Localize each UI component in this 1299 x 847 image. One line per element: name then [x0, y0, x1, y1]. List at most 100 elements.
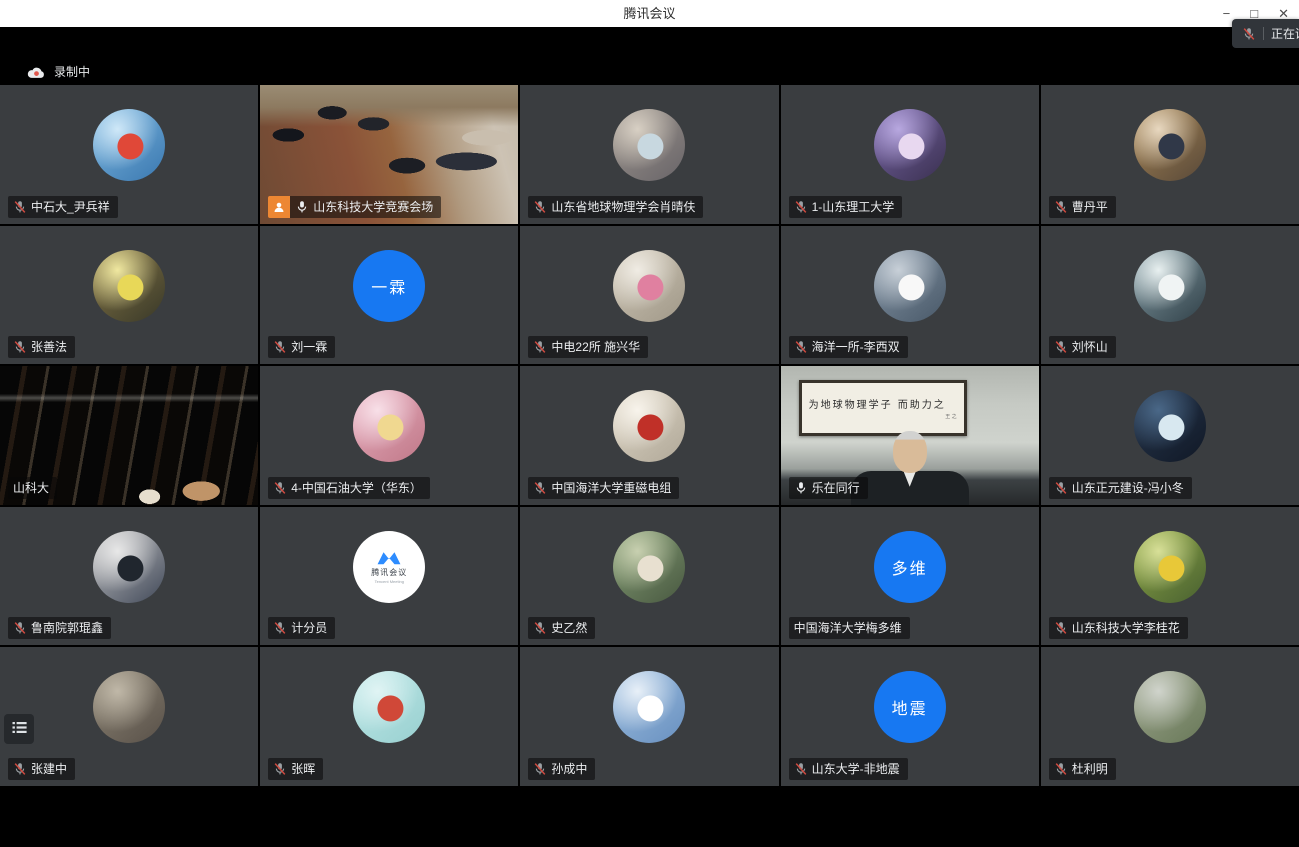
list-icon	[12, 721, 27, 737]
name-label: 山东正元建设-冯小冬	[1049, 477, 1192, 499]
participant-tile[interactable]: 史乙然	[520, 507, 778, 646]
participant-tile[interactable]: 杜利明	[1041, 647, 1299, 786]
calligraphy-frame: 为地球物理学子 而助力之王 之	[799, 380, 967, 436]
avatar-rocky-cliff-photo	[93, 671, 165, 743]
participant-tile[interactable]: 张晖	[260, 647, 518, 786]
participant-name: 山东大学-非地震	[812, 761, 900, 777]
avatar-initials: 一霖	[353, 250, 425, 322]
participant-tile[interactable]: 4-中国石油大学（华东）	[260, 366, 518, 505]
participant-tile[interactable]: 鲁南院郭琨鑫	[0, 507, 258, 646]
participant-name: 史乙然	[551, 620, 587, 636]
name-label: 山东省地球物理学会肖晴伕	[528, 196, 703, 218]
participant-tile[interactable]: 一霖刘一霖	[260, 226, 518, 365]
avatar-pink-anime-character	[353, 390, 425, 462]
name-label: 海洋一所-李西双	[789, 336, 908, 358]
speaking-indicator-panel[interactable]: 正在讲话	[1232, 19, 1299, 48]
participant-tile[interactable]: 中石大_尹兵祥	[0, 85, 258, 224]
participant-tile[interactable]: 地震山东大学-非地震	[781, 647, 1039, 786]
participant-grid: 中石大_尹兵祥山东科技大学竞赛会场 山东省地球物理学会肖晴伕 1-山东理工大学 曹丹平…	[0, 85, 1299, 786]
avatar-hill-landscape-photo	[1134, 671, 1206, 743]
participant-tile[interactable]: 刘怀山	[1041, 226, 1299, 365]
participant-tile[interactable]: 曹丹平	[1041, 85, 1299, 224]
mic-muted-icon	[273, 762, 287, 776]
participant-name: 张建中	[31, 761, 67, 777]
participant-tile[interactable]: 1-山东理工大学	[781, 85, 1039, 224]
avatar-initials: 多维	[874, 531, 946, 603]
mic-muted-icon	[1054, 481, 1068, 495]
participant-tile[interactable]: 孙成中	[520, 647, 778, 786]
participant-tile[interactable]: 山科大	[0, 366, 258, 505]
name-label: 山科大	[8, 477, 57, 499]
mic-muted-icon	[13, 762, 27, 776]
participant-tile[interactable]: 海洋一所-李西双	[781, 226, 1039, 365]
participant-tile[interactable]: 多维中国海洋大学梅多维	[781, 507, 1039, 646]
participant-tile[interactable]: 中电22所 施兴华	[520, 226, 778, 365]
mic-muted-icon	[533, 200, 547, 214]
participant-name: 山科大	[13, 480, 49, 496]
participant-name: 鲁南院郭琨鑫	[31, 620, 103, 636]
host-person-icon	[273, 201, 285, 213]
mic-muted-icon	[13, 340, 27, 354]
window-minimize-button[interactable]: −	[1223, 7, 1231, 20]
mic-muted-icon	[794, 762, 808, 776]
mic-muted-icon	[13, 200, 27, 214]
recording-label: 录制中	[54, 63, 90, 80]
participant-tile[interactable]: 山东科技大学竞赛会场	[260, 85, 518, 224]
name-label: 史乙然	[528, 617, 595, 639]
participant-name: 1-山东理工大学	[812, 199, 895, 215]
participant-name: 海洋一所-李西双	[812, 339, 900, 355]
avatar-boy-outdoors-photo	[1134, 109, 1206, 181]
avatar-hot-air-balloons-photo	[93, 109, 165, 181]
avatar-autumn-park-aerial-photo	[1134, 531, 1206, 603]
participant-tile[interactable]: 腾讯会议Tencent Meeting计分员	[260, 507, 518, 646]
mic-muted-icon	[273, 621, 287, 635]
name-label: 刘一霖	[268, 336, 335, 358]
participant-name: 山东省地球物理学会肖晴伕	[551, 199, 695, 215]
name-label: 山东科技大学竞赛会场	[268, 196, 441, 218]
member-list-toggle-button[interactable]	[4, 714, 34, 744]
mic-muted-icon	[1054, 340, 1068, 354]
participant-tile[interactable]: 为地球物理学子 而助力之王 之乐在同行	[781, 366, 1039, 505]
mic-muted-icon	[1054, 621, 1068, 635]
avatar-rice-bowl-red-spoon-photo	[613, 390, 685, 462]
panel-divider	[1263, 27, 1264, 40]
meeting-main-area: 录制中 中石大_尹兵祥山东科技大学竞赛会场 山东省地球物理学会肖晴伕 1-山东理工大…	[0, 27, 1299, 847]
participant-name: 刘怀山	[1072, 339, 1108, 355]
avatar-cartoon-superhero-kid	[353, 671, 425, 743]
name-label: 鲁南院郭琨鑫	[8, 617, 111, 639]
participant-name: 张善法	[31, 339, 67, 355]
name-label: 中电22所 施兴华	[528, 336, 648, 358]
participant-name: 张晖	[291, 761, 315, 777]
mic-muted-icon	[533, 621, 547, 635]
participant-tile[interactable]: 张善法	[0, 226, 258, 365]
mic-muted-icon	[13, 621, 27, 635]
name-label: 中国海洋大学重磁电组	[528, 477, 679, 499]
mic-on-icon	[794, 481, 808, 495]
mic-muted-icon	[273, 481, 287, 495]
mic-muted-icon	[794, 200, 808, 214]
participant-tile[interactable]: 山东科技大学李桂花	[1041, 507, 1299, 646]
name-label: 张建中	[8, 758, 75, 780]
participant-tile[interactable]: 山东正元建设-冯小冬	[1041, 366, 1299, 505]
window-title: 腾讯会议	[0, 0, 1299, 27]
name-label: 山东大学-非地震	[789, 758, 908, 780]
participant-name: 中国海洋大学梅多维	[794, 620, 902, 636]
participant-name: 杜利明	[1072, 761, 1108, 777]
mic-muted-icon	[1054, 200, 1068, 214]
mic-muted-icon	[533, 762, 547, 776]
speaking-label: 正在讲话	[1271, 25, 1299, 42]
participant-name: 中电22所 施兴华	[551, 339, 640, 355]
participant-tile[interactable]: 中国海洋大学重磁电组	[520, 366, 778, 505]
avatar-night-mountain-photo	[1134, 390, 1206, 462]
avatar-tencent-meeting-logo: 腾讯会议Tencent Meeting	[353, 531, 425, 603]
avatar-snow-sculpture-photo	[1134, 250, 1206, 322]
participant-tile[interactable]: 山东省地球物理学会肖晴伕	[520, 85, 778, 224]
name-label: 刘怀山	[1049, 336, 1116, 358]
avatar-yellow-blossom-branches	[93, 250, 165, 322]
name-label: 乐在同行	[789, 477, 868, 499]
avatar-purple-anime-character	[874, 109, 946, 181]
participant-tile[interactable]: 张建中	[0, 647, 258, 786]
avatar-child-pink-hat-beach	[613, 250, 685, 322]
name-label: 孙成中	[528, 758, 595, 780]
participant-name: 山东正元建设-冯小冬	[1072, 480, 1184, 496]
